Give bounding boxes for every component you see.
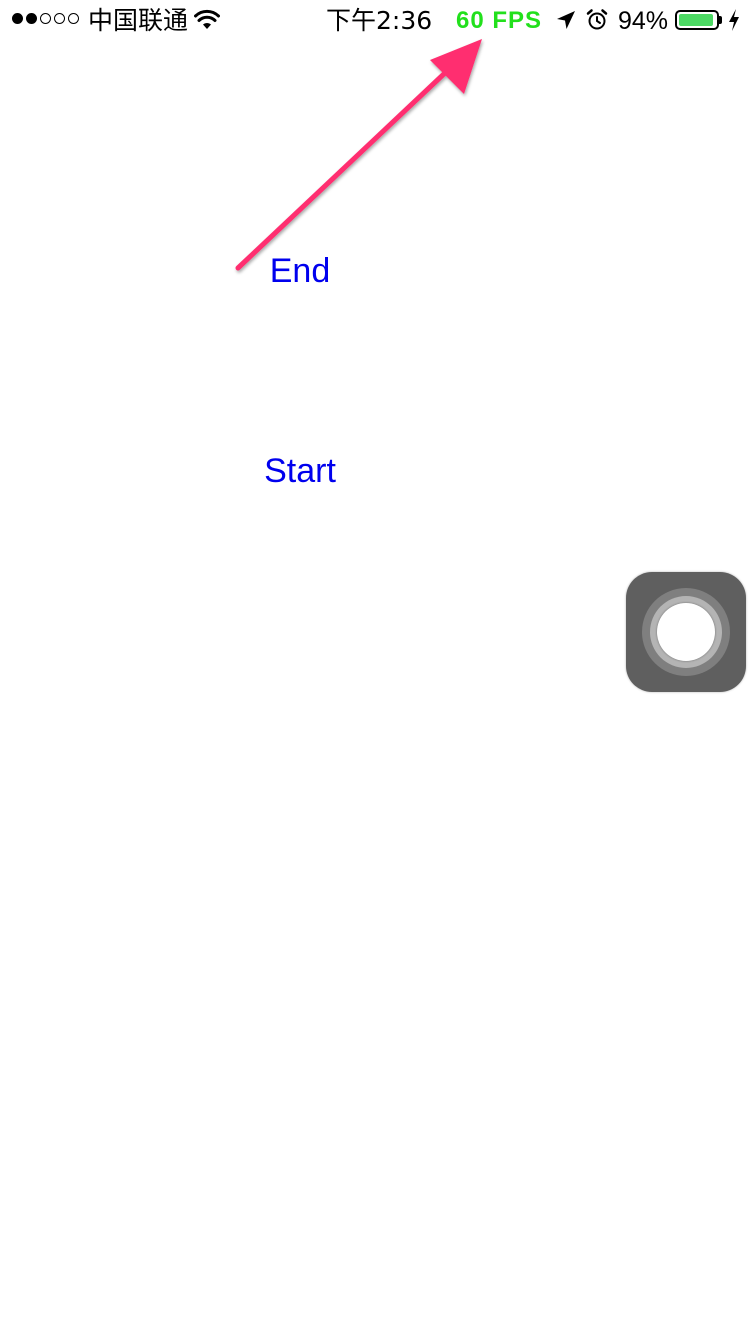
end-button[interactable]: End <box>200 251 400 291</box>
wifi-icon <box>194 9 220 29</box>
assistive-touch-button[interactable] <box>626 572 746 692</box>
battery-percentage: 94% <box>618 7 669 35</box>
signal-strength-icon <box>12 13 79 24</box>
clock-time: 下午2:36 <box>326 6 433 35</box>
annotation-arrow-shaft <box>235 69 449 271</box>
charging-bolt-icon <box>729 9 739 31</box>
start-button[interactable]: Start <box>200 451 400 491</box>
carrier-name: 中国联通 <box>88 6 189 35</box>
signal-dot <box>68 13 79 24</box>
signal-dot <box>54 13 65 24</box>
battery-tip <box>719 16 722 24</box>
signal-dot <box>26 13 37 24</box>
battery-fill <box>679 14 713 26</box>
location-arrow-icon <box>557 11 575 29</box>
alarm-clock-icon <box>586 9 608 30</box>
assistive-touch-icon <box>657 603 715 661</box>
annotation-arrow-head <box>430 39 482 94</box>
signal-dot <box>40 13 51 24</box>
status-bar: 中国联通 下午2:36 60 FPS 94% <box>0 0 750 40</box>
signal-dot <box>12 13 23 24</box>
fps-counter: 60 FPS <box>456 7 543 34</box>
battery-icon <box>675 10 719 30</box>
